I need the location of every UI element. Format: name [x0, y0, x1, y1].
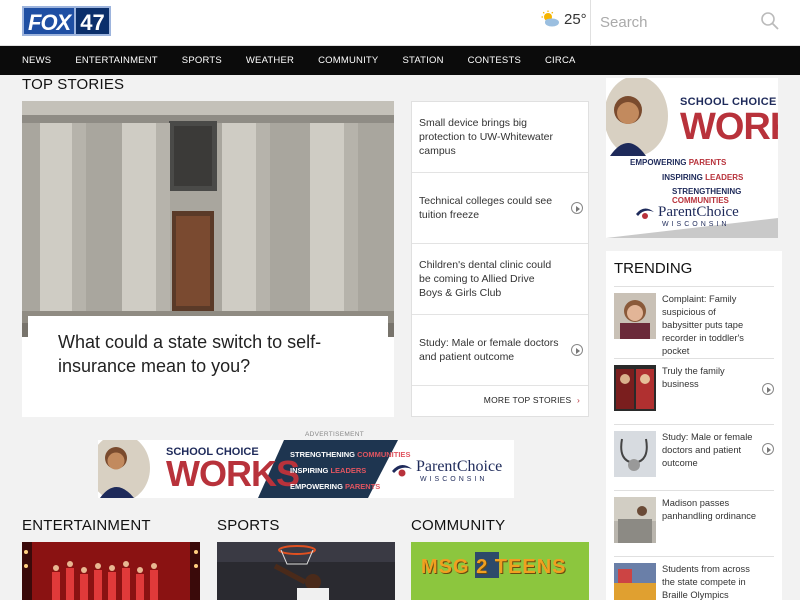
logo-fox-text: FOX — [22, 6, 77, 36]
ad-tagline-2: INSPIRING LEADERS — [662, 173, 744, 182]
play-video-icon — [571, 344, 583, 356]
trending-item[interactable]: Study: Male or female doctors and patien… — [614, 424, 774, 490]
trending-item[interactable]: Madison passes panhandling ordinance — [614, 490, 774, 556]
play-video-icon — [762, 443, 774, 455]
community-image[interactable]: MSG 2 TEENS — [411, 542, 589, 600]
nav-item-weather[interactable]: WEATHER — [246, 46, 294, 75]
hero-story[interactable]: What could a state switch to self-insura… — [22, 101, 394, 417]
banner-tagline-3: EMPOWERING PARENTS — [290, 482, 381, 491]
entertainment-image[interactable] — [22, 542, 200, 600]
chevron-right-icon: › — [576, 395, 580, 405]
nav-item-news[interactable]: NEWS — [22, 46, 51, 75]
school-choice-ad[interactable]: SCHOOL CHOICE WORKS EMPOWERING PARENTS I… — [606, 78, 778, 238]
entertainment-heading[interactable]: ENTERTAINMENT — [22, 517, 151, 534]
nav-item-contests[interactable]: CONTESTS — [468, 46, 521, 75]
nav-item-station[interactable]: STATION — [402, 46, 443, 75]
parentchoice-logo-icon — [636, 208, 654, 219]
trending-item[interactable]: Complaint: Family suspicious of babysitt… — [614, 286, 774, 356]
temperature: 25° — [564, 10, 587, 28]
nav-item-circa[interactable]: CIRCA — [545, 46, 576, 75]
hero-image — [22, 101, 394, 337]
banner-brand-sub: WISCONSIN — [420, 476, 488, 483]
story-title: Study: Male or female doctors and patien… — [419, 337, 559, 363]
banner-tagline-1: STRENGTHENING COMMUNITIES — [290, 450, 411, 459]
trending-item-title: Madison passes panhandling ordinance — [662, 498, 757, 521]
play-video-icon — [571, 202, 583, 214]
site-header: FOX 47 25° — [0, 0, 800, 46]
weather-widget[interactable]: 25° — [540, 10, 587, 28]
more-top-stories-link[interactable]: MORE TOP STORIES › — [484, 395, 580, 405]
top-stories-heading: TOP STORIES — [22, 76, 125, 93]
parentchoice-logo-icon — [392, 464, 412, 477]
trending-thumbnail — [614, 497, 656, 543]
ad-headline-works: WORKS — [680, 106, 778, 148]
community-heading[interactable]: COMMUNITY — [411, 517, 505, 534]
story-title: Children's dental clinic could be coming… — [419, 259, 552, 299]
ad-brand-sub: WISCONSIN — [662, 221, 730, 228]
nav-item-entertainment[interactable]: ENTERTAINMENT — [75, 46, 157, 75]
partly-cloudy-icon — [541, 10, 559, 27]
trending-thumbnail — [614, 365, 656, 411]
trending-item[interactable]: Students from across the state compete i… — [614, 556, 774, 600]
nav-item-community[interactable]: COMMUNITY — [318, 46, 378, 75]
trending-item-title: Study: Male or female doctors and patien… — [662, 432, 753, 468]
search-input[interactable] — [600, 10, 782, 34]
trending-thumbnail — [614, 293, 656, 339]
logo-channel-number: 47 — [76, 6, 111, 36]
ad-tagline-3: STRENGTHENING COMMUNITIES — [672, 187, 742, 205]
ad-brand: ParentChoice — [658, 204, 739, 220]
trending-heading: TRENDING — [614, 260, 693, 277]
sports-heading[interactable]: SPORTS — [217, 517, 280, 534]
story-item[interactable]: Study: Male or female doctors and patien… — [412, 315, 588, 386]
hero-caption-card: What could a state switch to self-insura… — [28, 316, 388, 417]
trending-thumbnail — [614, 563, 656, 600]
banner-tagline-2: INSPIRING LEADERS — [290, 466, 367, 475]
trending-panel: TRENDING Complaint: Family suspicious of… — [606, 251, 782, 600]
story-item[interactable]: Small device brings big protection to UW… — [412, 102, 588, 173]
banner-headline-works: WORKS — [166, 453, 300, 494]
ad-tagline-1: EMPOWERING PARENTS — [630, 158, 727, 167]
search-icon[interactable] — [760, 11, 780, 31]
school-choice-banner-ad[interactable]: SCHOOL CHOICE WORKS STRENGTHENING COMMUN… — [98, 440, 514, 498]
story-item[interactable]: Technical colleges could see tuition fre… — [412, 173, 588, 244]
msg2teens-logo-text: MSG 2 TEENS — [421, 556, 567, 578]
more-top-stories-label: MORE TOP STORIES — [483, 395, 572, 405]
top-stories-list: Small device brings big protection to UW… — [411, 101, 589, 417]
main-nav: NEWS ENTERTAINMENT SPORTS WEATHER COMMUN… — [0, 46, 800, 75]
trending-item[interactable]: Truly the family business — [614, 358, 774, 424]
story-title: Technical colleges could see tuition fre… — [419, 195, 553, 221]
hero-headline[interactable]: What could a state switch to self-insura… — [58, 330, 358, 378]
trending-item-title: Students from across the state compete i… — [662, 564, 750, 600]
header-divider — [590, 0, 591, 46]
banner-brand: ParentChoice — [416, 458, 503, 475]
trending-thumbnail — [614, 431, 656, 477]
advertisement-label: ADVERTISEMENT — [305, 431, 365, 438]
nav-item-sports[interactable]: SPORTS — [182, 46, 222, 75]
sports-image[interactable] — [217, 542, 395, 600]
story-title: Small device brings big protection to UW… — [419, 117, 554, 157]
play-video-icon — [762, 383, 774, 395]
trending-item-title: Truly the family business — [662, 366, 725, 389]
story-item[interactable]: Children's dental clinic could be coming… — [412, 244, 588, 315]
fox47-logo[interactable]: FOX 47 — [22, 6, 111, 36]
trending-item-title: Complaint: Family suspicious of babysitt… — [662, 294, 744, 356]
